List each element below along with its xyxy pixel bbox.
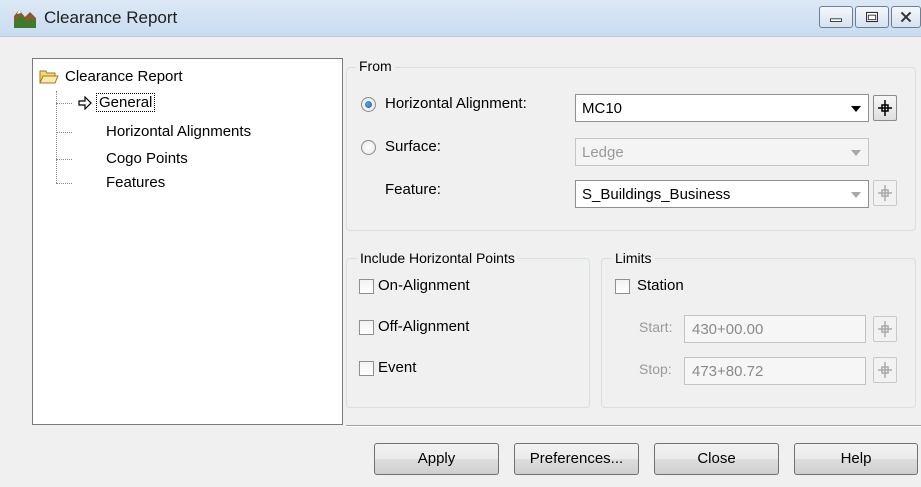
tree-line xyxy=(56,132,72,133)
separator xyxy=(346,425,921,427)
crosshair-icon xyxy=(878,100,892,116)
title-bar[interactable]: Clearance Report xyxy=(0,0,921,37)
stop-pick-button[interactable] xyxy=(873,357,897,383)
start-label: Start: xyxy=(639,319,673,335)
stop-station-input[interactable]: 473+80.72 xyxy=(684,357,866,385)
navigation-tree[interactable]: Clearance Report General Horizontal Alig… xyxy=(32,58,343,425)
crosshair-icon xyxy=(878,321,892,337)
tree-line xyxy=(56,91,57,183)
stop-station-value: 473+80.72 xyxy=(692,363,764,380)
surface-label: Surface: xyxy=(385,138,441,155)
tree-item-horizontal-alignments[interactable]: Horizontal Alignments xyxy=(106,123,251,140)
station-label: Station xyxy=(637,277,684,294)
horizontal-alignment-radio[interactable] xyxy=(361,97,376,112)
folder-open-icon xyxy=(39,70,59,84)
tree-line xyxy=(56,103,72,104)
preferences-button[interactable]: Preferences... xyxy=(514,443,639,475)
feature-value: S_Buildings_Business xyxy=(582,186,731,203)
horizontal-alignment-label: Horizontal Alignment: xyxy=(385,95,527,112)
maximize-icon xyxy=(866,11,878,23)
on-alignment-label: On-Alignment xyxy=(378,277,470,294)
tree-line xyxy=(56,159,72,160)
crosshair-icon xyxy=(878,362,892,378)
minimize-button[interactable] xyxy=(819,6,853,28)
off-alignment-checkbox[interactable] xyxy=(359,320,374,335)
chevron-down-icon xyxy=(851,106,861,112)
event-label: Event xyxy=(378,359,417,376)
help-button[interactable]: Help xyxy=(794,443,918,475)
stop-label: Stop: xyxy=(639,361,672,377)
start-station-value: 430+00.00 xyxy=(692,321,764,338)
tree-item-cogo-points[interactable]: Cogo Points xyxy=(106,150,188,167)
on-alignment-checkbox[interactable] xyxy=(359,279,374,294)
start-station-input[interactable]: 430+00.00 xyxy=(684,315,866,343)
close-icon xyxy=(900,11,912,23)
off-alignment-label: Off-Alignment xyxy=(378,318,470,335)
event-checkbox[interactable] xyxy=(359,361,374,376)
horizontal-alignment-pick-button[interactable] xyxy=(873,95,897,121)
station-checkbox[interactable] xyxy=(615,279,630,294)
chevron-down-icon xyxy=(851,150,861,156)
tree-root-label[interactable]: Clearance Report xyxy=(65,68,183,85)
close-window-button[interactable] xyxy=(891,6,921,28)
maximize-button[interactable] xyxy=(855,6,889,28)
from-group-label: From xyxy=(356,58,395,74)
chevron-down-icon xyxy=(851,192,861,198)
horizontal-alignment-dropdown[interactable]: MC10 xyxy=(575,94,869,122)
feature-dropdown[interactable]: S_Buildings_Business xyxy=(575,180,869,208)
horizontal-alignment-value: MC10 xyxy=(582,100,623,117)
close-button[interactable]: Close xyxy=(654,443,779,475)
feature-label: Feature: xyxy=(385,181,441,198)
feature-pick-button[interactable] xyxy=(873,180,897,206)
crosshair-icon xyxy=(878,185,892,201)
start-pick-button[interactable] xyxy=(873,316,897,342)
surface-dropdown[interactable]: Ledge xyxy=(575,138,869,166)
clearance-report-window: Clearance Report Clearance Report Genera… xyxy=(0,0,921,487)
limits-group-label: Limits xyxy=(612,250,655,266)
arrow-right-icon xyxy=(78,96,92,110)
surface-radio[interactable] xyxy=(361,140,376,155)
tree-line xyxy=(56,183,72,184)
minimize-icon xyxy=(830,18,842,22)
tree-item-general[interactable]: General xyxy=(95,93,156,112)
include-group-label: Include Horizontal Points xyxy=(357,250,518,266)
app-icon xyxy=(14,10,36,28)
apply-button[interactable]: Apply xyxy=(374,443,499,475)
tree-item-features[interactable]: Features xyxy=(106,174,165,191)
surface-value: Ledge xyxy=(582,144,624,161)
window-title: Clearance Report xyxy=(44,8,178,27)
